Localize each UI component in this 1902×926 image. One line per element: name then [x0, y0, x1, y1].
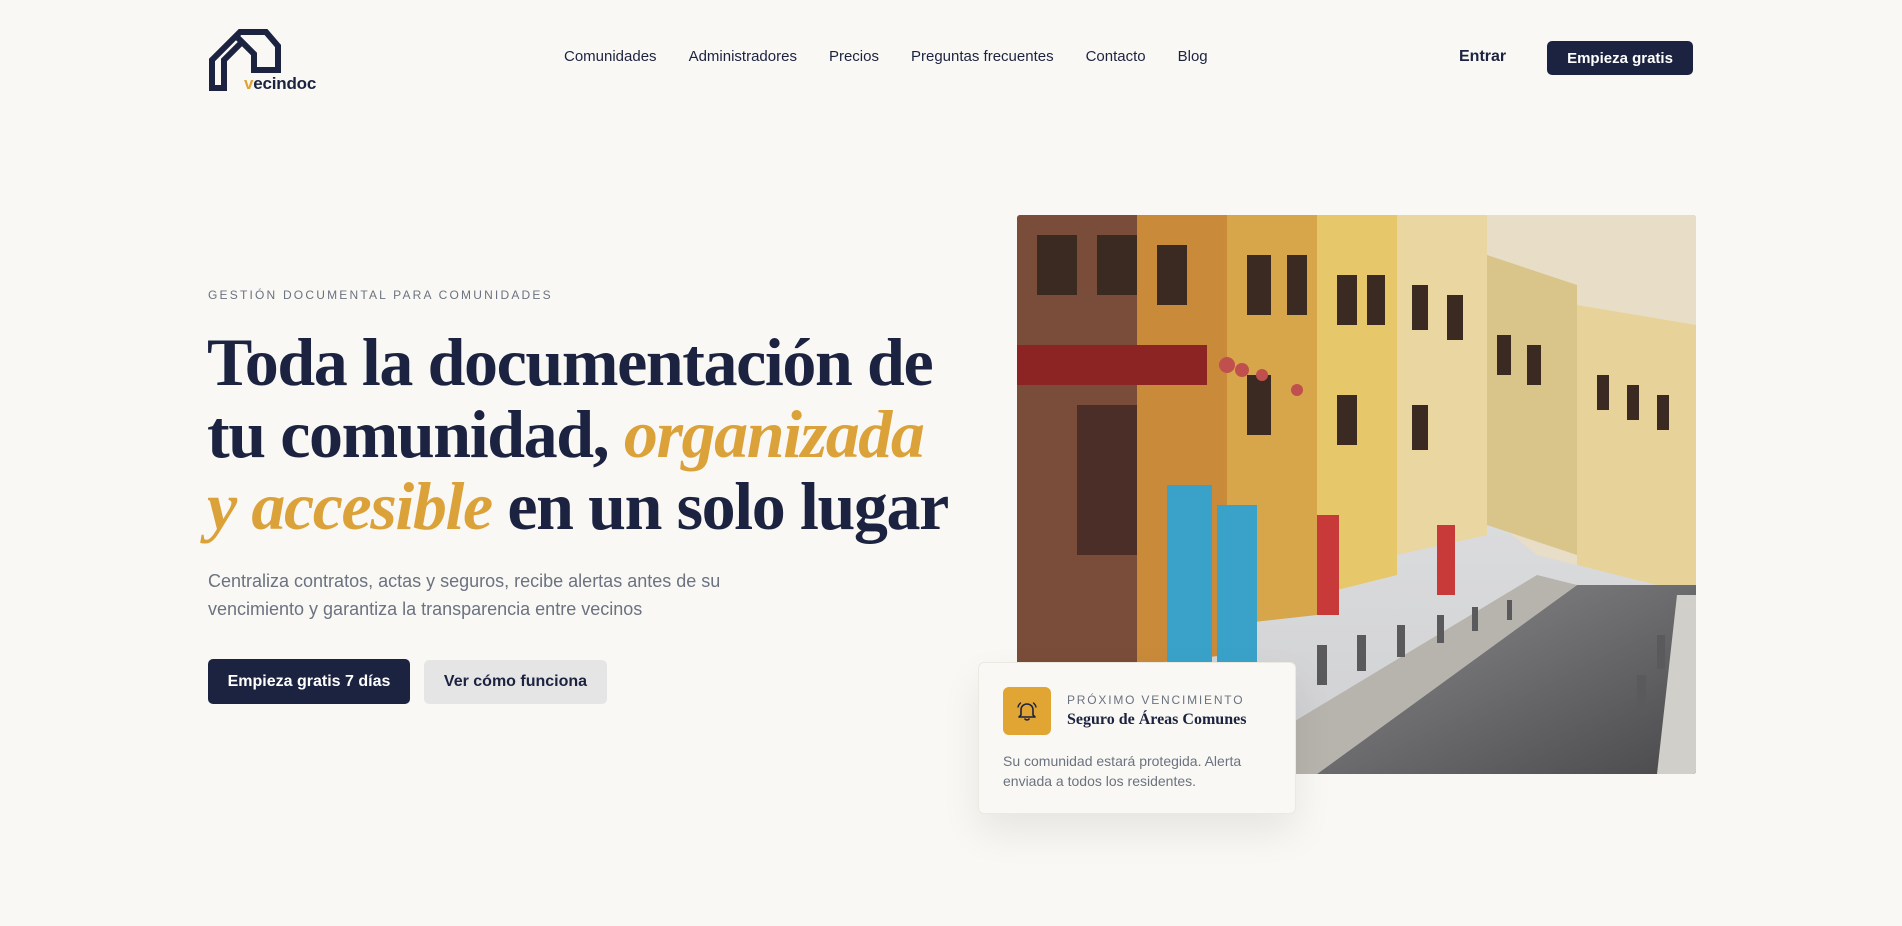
- start-trial-button[interactable]: Empieza gratis 7 días: [208, 659, 410, 704]
- logo-wordmark-rest: ecindoc: [253, 74, 317, 93]
- hero-headline: Toda la documentación de tu comunidad, o…: [207, 326, 967, 542]
- headline-part2: en un solo lugar: [491, 468, 949, 544]
- expiry-notification-card[interactable]: PRÓXIMO VENCIMIENTO Seguro de Áreas Comu…: [978, 662, 1296, 814]
- card-body: Su comunidad estará protegida. Alerta en…: [1003, 753, 1242, 789]
- hero-eyebrow: GESTIÓN DOCUMENTAL PARA COMUNIDADES: [208, 288, 553, 302]
- start-free-button[interactable]: Empieza gratis: [1547, 41, 1693, 75]
- bell-icon: [1003, 687, 1051, 735]
- login-link[interactable]: Entrar: [1459, 48, 1506, 66]
- nav-item-preguntas-frecuentes[interactable]: Preguntas frecuentes: [911, 48, 1054, 65]
- nav-item-contacto[interactable]: Contacto: [1086, 48, 1146, 65]
- logo-wordmark: vecindoc: [244, 74, 316, 94]
- nav-item-blog[interactable]: Blog: [1178, 48, 1208, 65]
- nav-item-administradores[interactable]: Administradores: [689, 48, 797, 65]
- nav-item-comunidades[interactable]: Comunidades: [564, 48, 657, 65]
- logo[interactable]: vecindoc: [208, 24, 328, 94]
- logo-wordmark-v: v: [244, 74, 254, 93]
- how-it-works-button[interactable]: Ver cómo funciona: [424, 660, 607, 704]
- main-nav: Comunidades Administradores Precios Preg…: [564, 48, 1208, 65]
- card-kicker: PRÓXIMO VENCIMIENTO: [1067, 693, 1245, 707]
- nav-item-precios[interactable]: Precios: [829, 48, 879, 65]
- card-title: Seguro de Áreas Comunes: [1067, 711, 1247, 728]
- hero-subtitle: Centraliza contratos, actas y seguros, r…: [208, 571, 721, 619]
